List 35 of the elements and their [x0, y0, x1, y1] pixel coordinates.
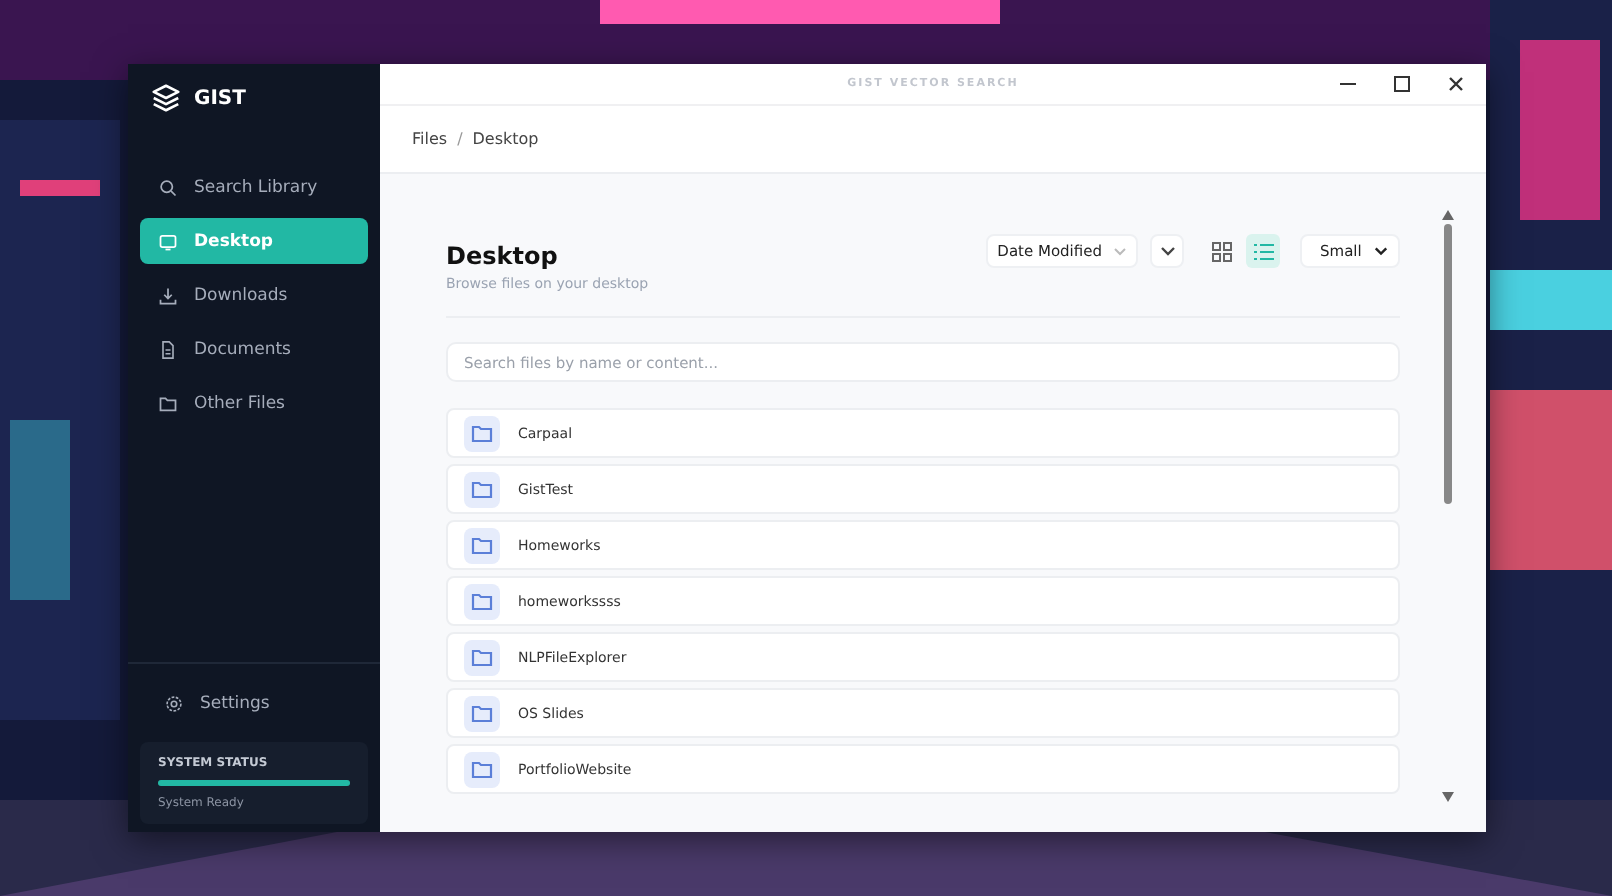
maximize-icon[interactable] [1392, 74, 1412, 94]
settings-item[interactable]: Settings [140, 680, 368, 726]
settings-icon [164, 693, 184, 713]
nav-item[interactable]: Documents [140, 326, 368, 372]
breadcrumb-item[interactable]: Files [412, 130, 448, 148]
folder-icon [464, 695, 500, 731]
folder-icon [464, 639, 500, 675]
view-toggle[interactable] [1246, 234, 1280, 268]
sort-direction-button[interactable] [1150, 234, 1184, 268]
search-icon [158, 177, 178, 197]
grid-icon [1211, 241, 1231, 261]
page-title: Desktop [446, 242, 560, 270]
chevron-down-icon [1159, 246, 1175, 256]
chevron-down-icon [1374, 246, 1388, 256]
chevron-icon [1114, 247, 1126, 255]
folder-icon [464, 583, 500, 619]
breadcrumb-separator: / [457, 130, 463, 148]
folder-icon [464, 527, 500, 563]
layers-icon [152, 84, 180, 112]
app-name: GIST [194, 87, 246, 109]
document-icon [158, 339, 178, 359]
monitor-icon [158, 231, 178, 251]
breadcrumb-item[interactable]: Desktop [472, 130, 539, 148]
folder-icon [464, 751, 500, 787]
scrollbar-thumb[interactable] [1443, 224, 1451, 504]
nav-item[interactable]: Other Files [140, 380, 368, 426]
folder-icon [158, 393, 178, 413]
scroll-up-icon[interactable] [1441, 210, 1453, 220]
nav-item[interactable]: Search Library [140, 164, 368, 210]
download-icon [158, 285, 178, 305]
list-icon [1253, 241, 1273, 261]
folder-icon [464, 471, 500, 507]
folder-icon [464, 415, 500, 451]
nav-item[interactable]: Downloads [140, 272, 368, 318]
close-icon[interactable] [1446, 74, 1466, 94]
